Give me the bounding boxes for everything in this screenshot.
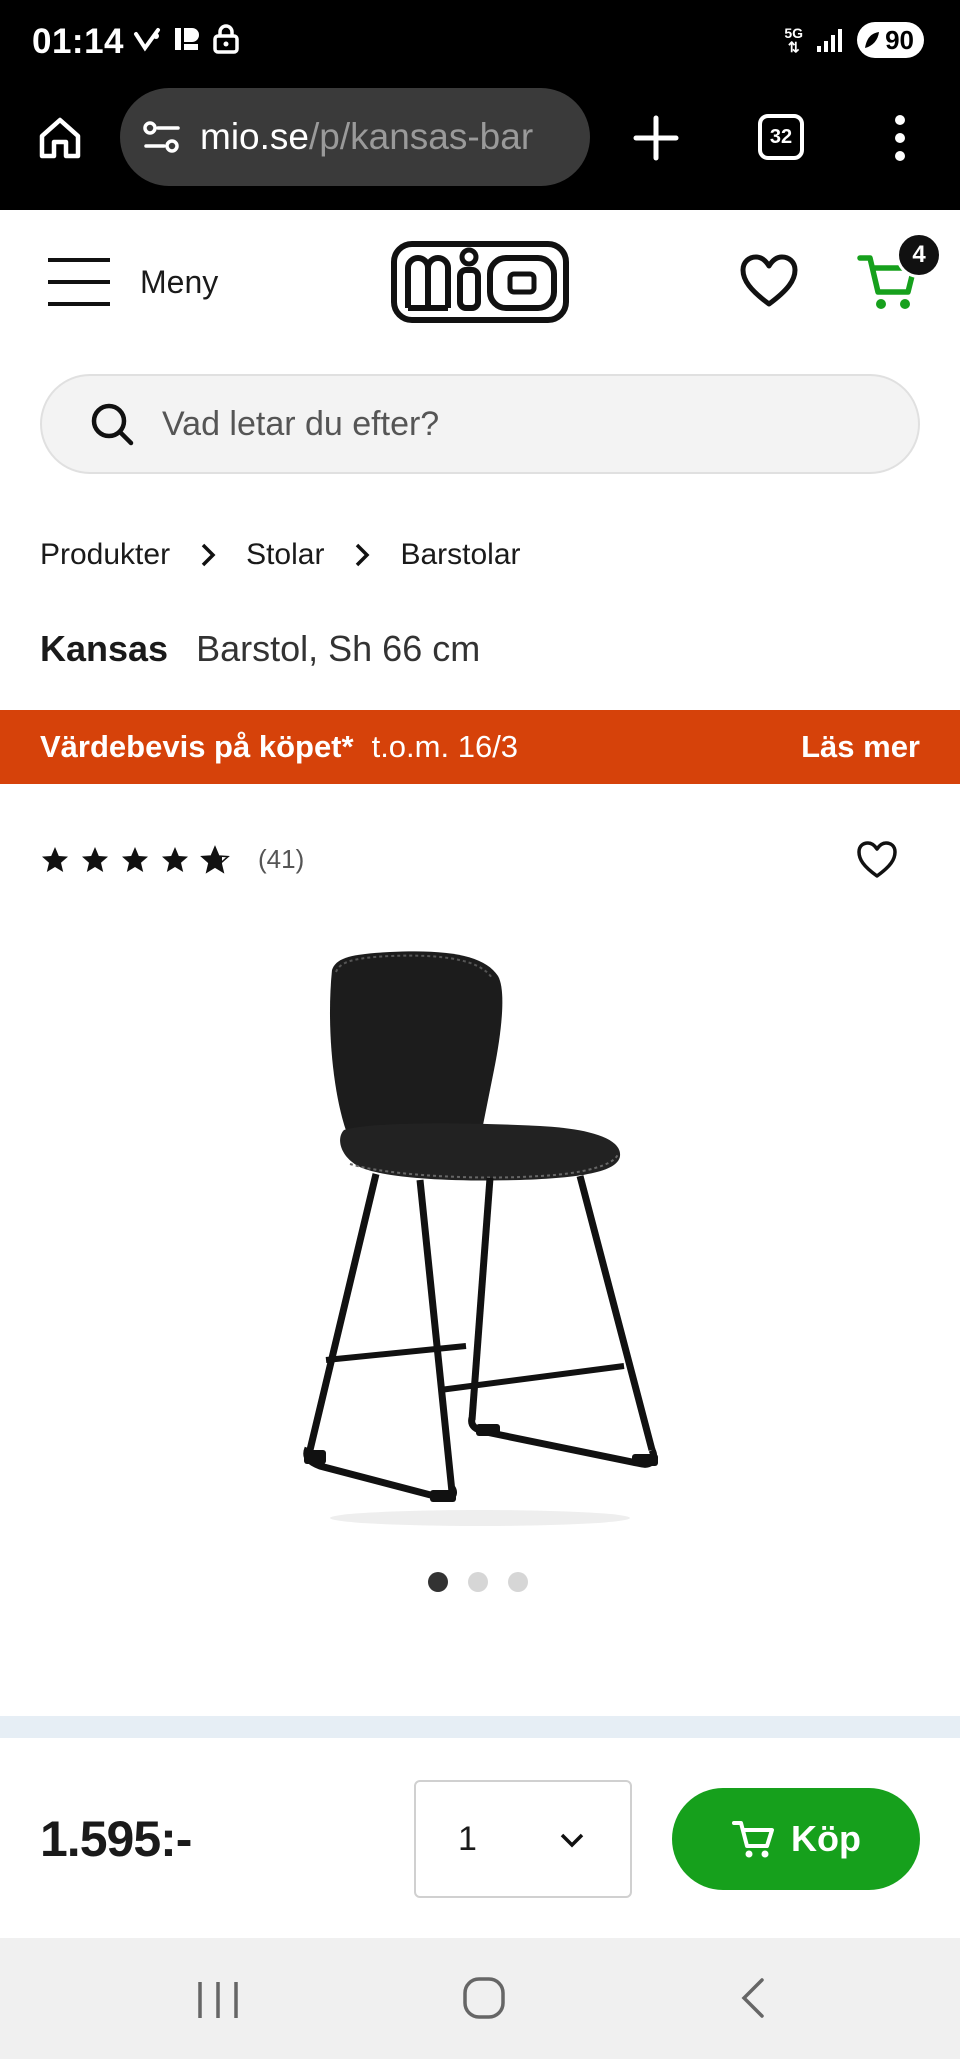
battery-saver-icon (865, 32, 880, 48)
heart-icon (740, 254, 798, 307)
network-indicator: 5G ⇅ (784, 25, 804, 55)
add-to-favorites-button[interactable] (856, 840, 898, 885)
quantity-value: 1 (458, 1819, 477, 1858)
browser-toolbar: mio.se/p/kansas-bar 32 (0, 88, 960, 210)
battery-level: 90 (885, 24, 914, 55)
address-bar[interactable]: mio.se/p/kansas-bar (120, 88, 590, 186)
rating-count: (41) (258, 844, 305, 874)
search-placeholder: Vad letar du efter? (162, 404, 440, 443)
url-host: mio.se (200, 116, 309, 157)
chevron-right-icon (200, 542, 216, 568)
star-icon (82, 846, 108, 872)
notification-icon (134, 28, 160, 52)
promo-title: Värdebevis på köpet* (40, 729, 354, 764)
buy-label: Köp (791, 1818, 861, 1859)
star-half-icon (200, 844, 230, 874)
chevron-down-icon (560, 1833, 584, 1848)
hamburger-icon (48, 258, 110, 306)
bar-stool-image (303, 951, 658, 1526)
system-back-button[interactable] (738, 1976, 768, 2025)
menu-button[interactable]: Meny (46, 256, 218, 308)
signal-icon (817, 29, 843, 52)
breadcrumb-item-produkter[interactable]: Produkter (40, 538, 170, 572)
carousel-dot-3[interactable] (508, 1572, 528, 1592)
breadcrumb-item-barstolar[interactable]: Barstolar (400, 538, 520, 572)
status-bar: 01:14 5G ⇅ 90 (0, 0, 960, 88)
cart-count-badge: 4 (896, 232, 942, 278)
system-nav-bar (0, 1938, 960, 2059)
wishlist-button[interactable] (740, 254, 798, 313)
heart-icon (857, 841, 897, 878)
url-path: /p/kansas-bar (308, 116, 534, 157)
promo-banner[interactable]: Värdebevis på köpet* t.o.m. 16/3 Läs mer (0, 710, 960, 784)
plus-icon (633, 115, 679, 161)
product-price: 1.595:- (40, 1811, 192, 1867)
more-vert-icon (895, 115, 905, 161)
site-header: Meny 4 (0, 210, 960, 360)
page: 01:14 5G ⇅ 90 mio.se/p/kansas-bar 32 Men… (0, 0, 960, 2059)
star-icon (162, 846, 188, 872)
product-brand: Kansas (40, 628, 169, 669)
menu-label: Meny (140, 263, 219, 300)
status-time: 01:14 (32, 22, 125, 61)
battery-indicator: 90 (857, 22, 924, 58)
product-title: Kansas Barstol, Sh 66 cm (40, 628, 480, 670)
breadcrumb-item-stolar[interactable]: Stolar (246, 538, 324, 572)
home-circle-icon (463, 1977, 505, 2019)
mio-logo-graphic (391, 241, 569, 323)
new-tab-button[interactable] (628, 110, 684, 166)
quantity-select[interactable]: 1 (414, 1780, 632, 1898)
buy-button[interactable]: Köp (672, 1788, 920, 1890)
lock-icon (213, 24, 239, 54)
tab-switcher-button[interactable]: 32 (758, 114, 804, 160)
browser-home-button[interactable] (34, 112, 86, 164)
status-notification-icons (132, 24, 240, 54)
site-settings-icon (143, 121, 180, 153)
search-icon (91, 403, 134, 446)
app-notification-icon (175, 28, 199, 50)
cart-icon (732, 1821, 774, 1858)
product-description: Barstol, Sh 66 cm (196, 628, 481, 669)
recents-icon (198, 1982, 238, 2018)
product-image[interactable] (280, 950, 680, 1530)
back-icon (741, 1978, 764, 2018)
mio-logo[interactable] (390, 240, 570, 329)
carousel-dot-2[interactable] (468, 1572, 488, 1592)
browser-menu-button[interactable] (880, 110, 920, 166)
image-carousel-dots (428, 1572, 528, 1592)
section-divider (0, 1716, 960, 1738)
search-input[interactable]: Vad letar du efter? (40, 374, 920, 474)
carousel-dot-1[interactable] (428, 1572, 448, 1592)
recent-apps-button[interactable] (196, 1980, 240, 2025)
star-icon (122, 846, 148, 872)
buy-bar: 1.595:- 1 Köp (0, 1738, 960, 1938)
home-icon (39, 117, 81, 159)
rating-row[interactable]: (41) (40, 844, 304, 875)
breadcrumb: Produkter Stolar Barstolar (40, 538, 521, 572)
star-rating (40, 844, 230, 875)
promo-date: t.o.m. 16/3 (371, 729, 519, 764)
url-text: mio.se/p/kansas-bar (200, 116, 533, 158)
promo-read-more-link[interactable]: Läs mer (801, 729, 920, 765)
chevron-right-icon (354, 542, 370, 568)
star-icon (42, 846, 68, 872)
status-right: 5G ⇅ 90 (784, 22, 924, 58)
system-home-button[interactable] (462, 1976, 506, 2025)
